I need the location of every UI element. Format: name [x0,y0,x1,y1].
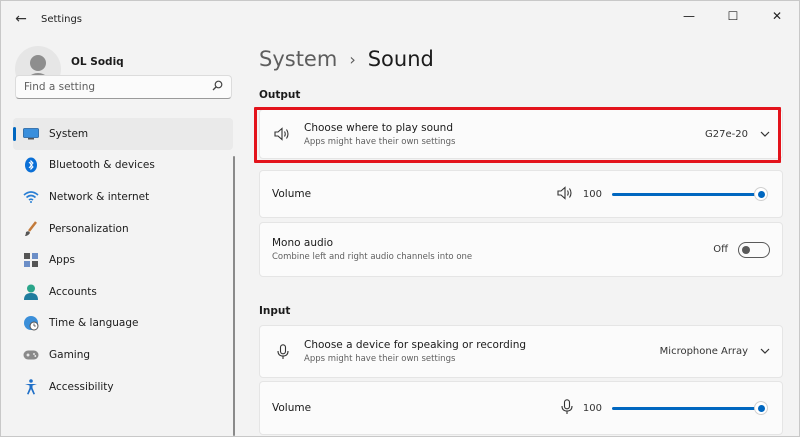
sidebar-item-personalization[interactable]: Personalization [13,213,233,245]
brush-icon [23,220,39,237]
page-title: Sound [367,47,434,71]
chevron-down-icon[interactable] [760,346,770,357]
back-button[interactable]: ← [1,1,41,37]
input-volume-card: Volume 100 [259,381,783,435]
mono-audio-title: Mono audio [272,237,333,249]
search-placeholder: Find a setting [24,81,96,93]
input-volume-thumb[interactable] [754,401,768,415]
maximize-button[interactable]: ☐ [711,1,755,31]
nav-list: System Bluetooth & devices Network & int… [13,118,233,402]
sidebar-item-accounts[interactable]: Accounts [13,276,233,308]
minimize-button[interactable]: — [667,1,711,31]
output-volume-track [612,193,762,196]
sidebar-item-label: System [49,127,89,140]
output-volume-slider[interactable] [612,187,768,201]
output-volume-value: 100 [582,188,602,200]
output-volume-thumb[interactable] [754,187,768,201]
breadcrumb: System › Sound [259,47,434,71]
input-section-title: Input [259,305,291,317]
input-device-title: Choose a device for speaking or recordin… [304,339,527,351]
microphone-icon [272,343,294,360]
input-volume-value: 100 [582,402,602,414]
wifi-icon [23,189,39,205]
search-input[interactable]: Find a setting [15,75,232,99]
close-button[interactable]: ✕ [755,1,799,31]
sidebar-scrollbar[interactable] [233,156,235,436]
sidebar-item-accessibility[interactable]: Accessibility [13,371,233,403]
mono-audio-card: Mono audio Combine left and right audio … [259,222,783,277]
microphone-icon[interactable] [561,398,573,418]
sidebar-item-gaming[interactable]: Gaming [13,339,233,371]
sidebar-item-label: Bluetooth & devices [49,159,155,172]
input-volume-slider[interactable] [612,401,768,415]
mono-audio-subtitle: Combine left and right audio channels in… [272,252,473,262]
sidebar-item-label: Personalization [49,222,129,235]
mono-audio-toggle[interactable] [738,241,770,258]
sidebar-item-label: Apps [49,254,75,267]
output-section-title: Output [259,89,301,101]
globe-icon [23,315,39,331]
accessibility-icon [23,378,39,395]
sidebar-item-label: Accessibility [49,380,114,393]
sidebar-item-label: Accounts [49,285,97,298]
mono-audio-state: Off [713,244,728,255]
back-arrow-icon: ← [15,11,27,27]
title-bar: ← Settings — ☐ ✕ [1,1,799,37]
app-title: Settings [41,13,83,25]
sidebar-item-bluetooth[interactable]: Bluetooth & devices [13,150,233,182]
speaker-icon[interactable] [557,185,575,203]
avatar-head [30,55,46,71]
sidebar-item-time-language[interactable]: Time & language [13,308,233,340]
sidebar-item-network[interactable]: Network & internet [13,181,233,213]
sidebar-item-label: Gaming [49,348,91,361]
highlight-box [254,107,781,163]
controller-icon [23,347,39,363]
output-volume-card: Volume 100 [259,170,783,218]
profile-name: OL Sodiq [71,56,124,68]
input-device-subtitle: Apps might have their own settings [304,354,456,364]
input-device-value: Microphone Array [659,346,748,357]
apps-icon [23,252,39,268]
monitor-icon [23,126,39,142]
breadcrumb-parent[interactable]: System [259,47,337,71]
sidebar-item-apps[interactable]: Apps [13,244,233,276]
toggle-knob [742,245,750,254]
input-volume-label: Volume [272,402,312,414]
person-icon [23,284,39,300]
sidebar-item-system[interactable]: System [13,118,233,150]
bluetooth-icon [23,157,39,173]
breadcrumb-separator: › [349,49,356,69]
sidebar-item-label: Time & language [49,317,139,330]
window-controls: — ☐ ✕ [667,1,799,31]
search-icon[interactable] [212,80,223,94]
sidebar-item-label: Network & internet [49,190,150,203]
input-device-card[interactable]: Choose a device for speaking or recordin… [259,325,783,378]
input-volume-track [612,407,762,410]
output-volume-label: Volume [272,188,312,200]
